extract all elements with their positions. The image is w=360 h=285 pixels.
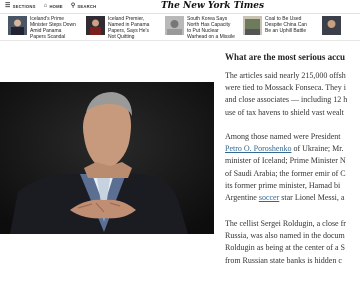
story-thumbnail (86, 16, 105, 35)
home-label: HOME (49, 3, 63, 9)
paragraph-line: Petro O. Poroshenko of Ukraine; Mr. (225, 144, 344, 154)
soccer-link[interactable]: soccer (259, 193, 279, 202)
paragraph-line: The articles said nearly 215,000 offsh (225, 71, 346, 80)
story-thumbnail (8, 16, 27, 35)
paragraph-line: Argentine soccer star Lionel Messi, a (225, 193, 345, 203)
photo-image (0, 82, 214, 234)
article-paragraph: The cellist Sergei Roldugin, a close fr … (225, 218, 360, 267)
paragraph-line: were tied to Mossack Fonseca. They i (225, 83, 346, 93)
related-story[interactable] (322, 16, 344, 38)
paragraph-line: its former prime minister, Hamad bi (225, 180, 341, 190)
story-thumbnail (322, 16, 341, 35)
paragraph-line: of Saudi Arabia; the former emir of C (225, 168, 346, 178)
story-thumbnail (165, 16, 184, 35)
paragraph-line: Russia, was also named in the docum (225, 231, 345, 241)
search-label: SEARCH (77, 3, 97, 9)
article-paragraph: The articles said nearly 215,000 offsh w… (225, 70, 360, 119)
related-headline: Iceland's Prime Minister Steps Down Amid… (30, 16, 76, 40)
paragraph-line: minister of Iceland; Prime Minister N (225, 156, 346, 166)
nyt-logo[interactable]: The New York Times (150, 1, 275, 11)
search-button[interactable]: ⚲ SEARCH (71, 3, 97, 9)
paragraph-line: from Russian state banks is hidden c (225, 255, 342, 265)
story-thumbnail (243, 16, 262, 35)
nav-left: ☰ SECTIONS ⌂ HOME ⚲ SEARCH (5, 3, 104, 9)
related-story[interactable]: Iceland's Prime Minister Steps Down Amid… (8, 16, 78, 40)
sections-label: SECTIONS (12, 3, 36, 9)
section-heading: What are the most serious accu (225, 52, 346, 62)
article-paragraph: Among those named were President Petro O… (225, 131, 360, 204)
paragraph-line: The cellist Sergei Roldugin, a close fr (225, 219, 346, 228)
related-headline: South Korea Says North Has Capacity to P… (187, 16, 235, 40)
paragraph-line: Among those named were President (225, 132, 341, 141)
related-stories-bar: Iceland's Prime Minister Steps Down Amid… (0, 14, 360, 41)
paragraph-line: use of tax havens to shield vast wealt (225, 107, 344, 117)
related-story[interactable]: Coal to Be Used Despite China Can Be an … (243, 16, 313, 38)
related-headline: Coal to Be Used Despite China Can Be an … (265, 16, 307, 34)
paragraph-line: Roldugin as being at the center of a S (225, 243, 345, 253)
related-story[interactable]: South Korea Says North Has Capacity to P… (165, 16, 235, 40)
home-icon: ⌂ (43, 3, 48, 9)
paragraph-line: and close associates — including 12 h (225, 95, 348, 105)
top-bar: ☰ SECTIONS ⌂ HOME ⚲ SEARCH The New York … (0, 0, 360, 14)
hamburger-icon: ☰ (5, 3, 11, 9)
related-headline: Iceland Premier, Named in Panama Papers,… (108, 16, 150, 40)
sections-button[interactable]: ☰ SECTIONS (5, 3, 36, 9)
related-story[interactable]: Iceland Premier, Named in Panama Papers,… (86, 16, 156, 40)
search-icon: ⚲ (70, 3, 76, 9)
poroshenko-link[interactable]: Petro O. Poroshenko (225, 144, 291, 153)
article-photo (0, 82, 214, 234)
home-button[interactable]: ⌂ HOME (44, 3, 63, 9)
